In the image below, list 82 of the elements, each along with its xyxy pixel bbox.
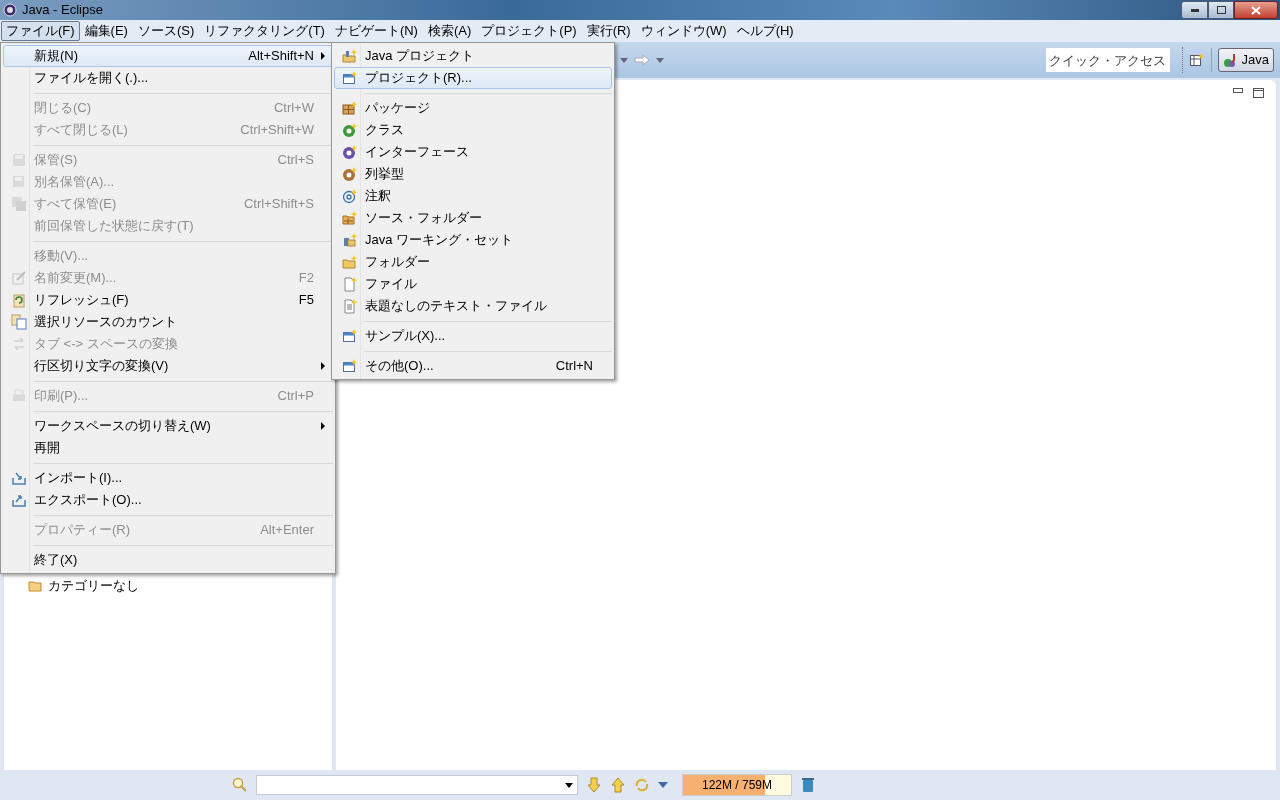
new-annotation-icon xyxy=(342,188,358,204)
maximize-icon[interactable] xyxy=(1253,88,1264,98)
dropdown-arrow-icon[interactable] xyxy=(620,57,628,63)
dropdown-arrow-icon xyxy=(565,782,573,788)
menu-item[interactable]: ワークスペースの切り替え(W) xyxy=(3,415,333,437)
new-wizard-icon xyxy=(342,358,358,374)
menu-bar-item[interactable]: リファクタリング(T) xyxy=(199,21,330,41)
menu-item[interactable]: エクスポート(O)... xyxy=(3,489,333,511)
search-icon xyxy=(232,777,248,793)
import-icon xyxy=(11,470,27,486)
menu-item[interactable]: 行区切り文字の変換(V) xyxy=(3,355,333,377)
menu-bar-item[interactable]: ヘルプ(H) xyxy=(731,21,799,41)
menu-item[interactable]: 新規(N) Alt+Shift+N xyxy=(3,45,333,67)
folder-icon xyxy=(28,578,44,594)
menu-item[interactable]: 選択リソースのカウント xyxy=(3,311,333,333)
menu-bar-item[interactable]: 検索(A) xyxy=(422,21,477,41)
menu-bar-item[interactable]: ナビゲート(N) xyxy=(329,21,423,41)
menu-item[interactable]: インターフェース xyxy=(334,141,612,163)
close-button[interactable] xyxy=(1234,1,1278,19)
new-class-icon xyxy=(342,122,358,138)
menu-bar-item[interactable]: 実行(R) xyxy=(581,21,636,41)
eclipse-logo-icon xyxy=(2,2,18,18)
menu-bar-item[interactable]: ファイル(F) xyxy=(1,21,80,41)
down-arrow-icon xyxy=(586,777,602,793)
new-folder-icon xyxy=(342,254,358,270)
menu-item[interactable]: 再開 xyxy=(3,437,333,459)
new-file-icon xyxy=(342,276,358,292)
menu-item[interactable]: 表題なしのテキスト・ファイル xyxy=(334,295,612,317)
menu-bar-item[interactable]: ソース(S) xyxy=(132,21,200,41)
documents-icon xyxy=(11,314,27,330)
disks-icon xyxy=(11,196,27,212)
new-interface-icon xyxy=(342,144,358,160)
new-working-set-icon xyxy=(342,232,358,248)
refresh-icon xyxy=(11,292,27,308)
trash-icon xyxy=(800,777,816,793)
tree-item[interactable]: カテゴリーなし xyxy=(28,576,332,596)
new-sample-icon xyxy=(342,328,358,344)
menu-item[interactable]: クラス xyxy=(334,119,612,141)
minimize-icon xyxy=(1190,8,1199,12)
convert-icon xyxy=(11,336,27,352)
new-package-icon xyxy=(342,100,358,116)
dropdown-arrow-icon[interactable] xyxy=(658,782,668,788)
quick-access-field[interactable]: クイック・アクセス xyxy=(1045,48,1170,72)
menu-item[interactable]: 列挙型 xyxy=(334,163,612,185)
menu-item[interactable]: インポート(I)... xyxy=(3,467,333,489)
menu-bar-item[interactable]: 編集(E) xyxy=(79,21,133,41)
close-icon xyxy=(1251,5,1261,15)
menu-item[interactable]: ファイルを開く(.)... xyxy=(3,67,333,89)
new-java-project-icon xyxy=(342,48,358,64)
minimize-icon[interactable] xyxy=(1233,88,1243,94)
menu-item[interactable]: サンプル(X)... xyxy=(334,325,612,347)
menu-item[interactable]: ソース・フォルダー xyxy=(334,207,612,229)
export-icon xyxy=(11,492,27,508)
menu-item[interactable]: プロジェクト(R)... xyxy=(334,67,612,89)
heap-reading: 122M / 759M xyxy=(700,777,773,794)
search-combo-field[interactable] xyxy=(256,775,578,795)
new-project-icon xyxy=(342,70,358,86)
menu-item[interactable]: Java ワーキング・セット xyxy=(334,229,612,251)
java-perspective-button[interactable]: Java xyxy=(1217,48,1274,72)
menu-item[interactable]: パッケージ xyxy=(334,97,612,119)
window-title: Java - Eclipse xyxy=(22,1,103,20)
menu-item[interactable]: 注釈 xyxy=(334,185,612,207)
pencil-icon xyxy=(11,270,27,286)
menu-bar-item[interactable]: ウィンドウ(W) xyxy=(635,21,732,41)
dropdown-arrow-icon[interactable] xyxy=(656,57,664,63)
menu-item[interactable]: ファイル xyxy=(334,273,612,295)
maximize-icon xyxy=(1216,6,1226,14)
menu-item[interactable]: 終了(X) xyxy=(3,549,333,571)
menu-item[interactable]: フォルダー xyxy=(334,251,612,273)
menu-item[interactable]: Java プロジェクト xyxy=(334,45,612,67)
menu-item[interactable]: リフレッシュ(F) F5 xyxy=(3,289,333,311)
open-perspective-icon xyxy=(1188,52,1205,68)
up-arrow-icon xyxy=(610,777,626,793)
garbage-collect-button[interactable] xyxy=(800,776,816,794)
new-enum-icon xyxy=(342,166,358,182)
maximize-button[interactable] xyxy=(1208,1,1234,19)
minimize-button[interactable] xyxy=(1181,1,1208,19)
sync-icon xyxy=(634,777,650,793)
menu-item[interactable]: その他(O)... Ctrl+N xyxy=(334,355,612,377)
menu-bar-item[interactable]: プロジェクト(P) xyxy=(476,21,582,41)
new-source-folder-icon xyxy=(342,210,358,226)
new-text-file-icon xyxy=(342,298,358,314)
